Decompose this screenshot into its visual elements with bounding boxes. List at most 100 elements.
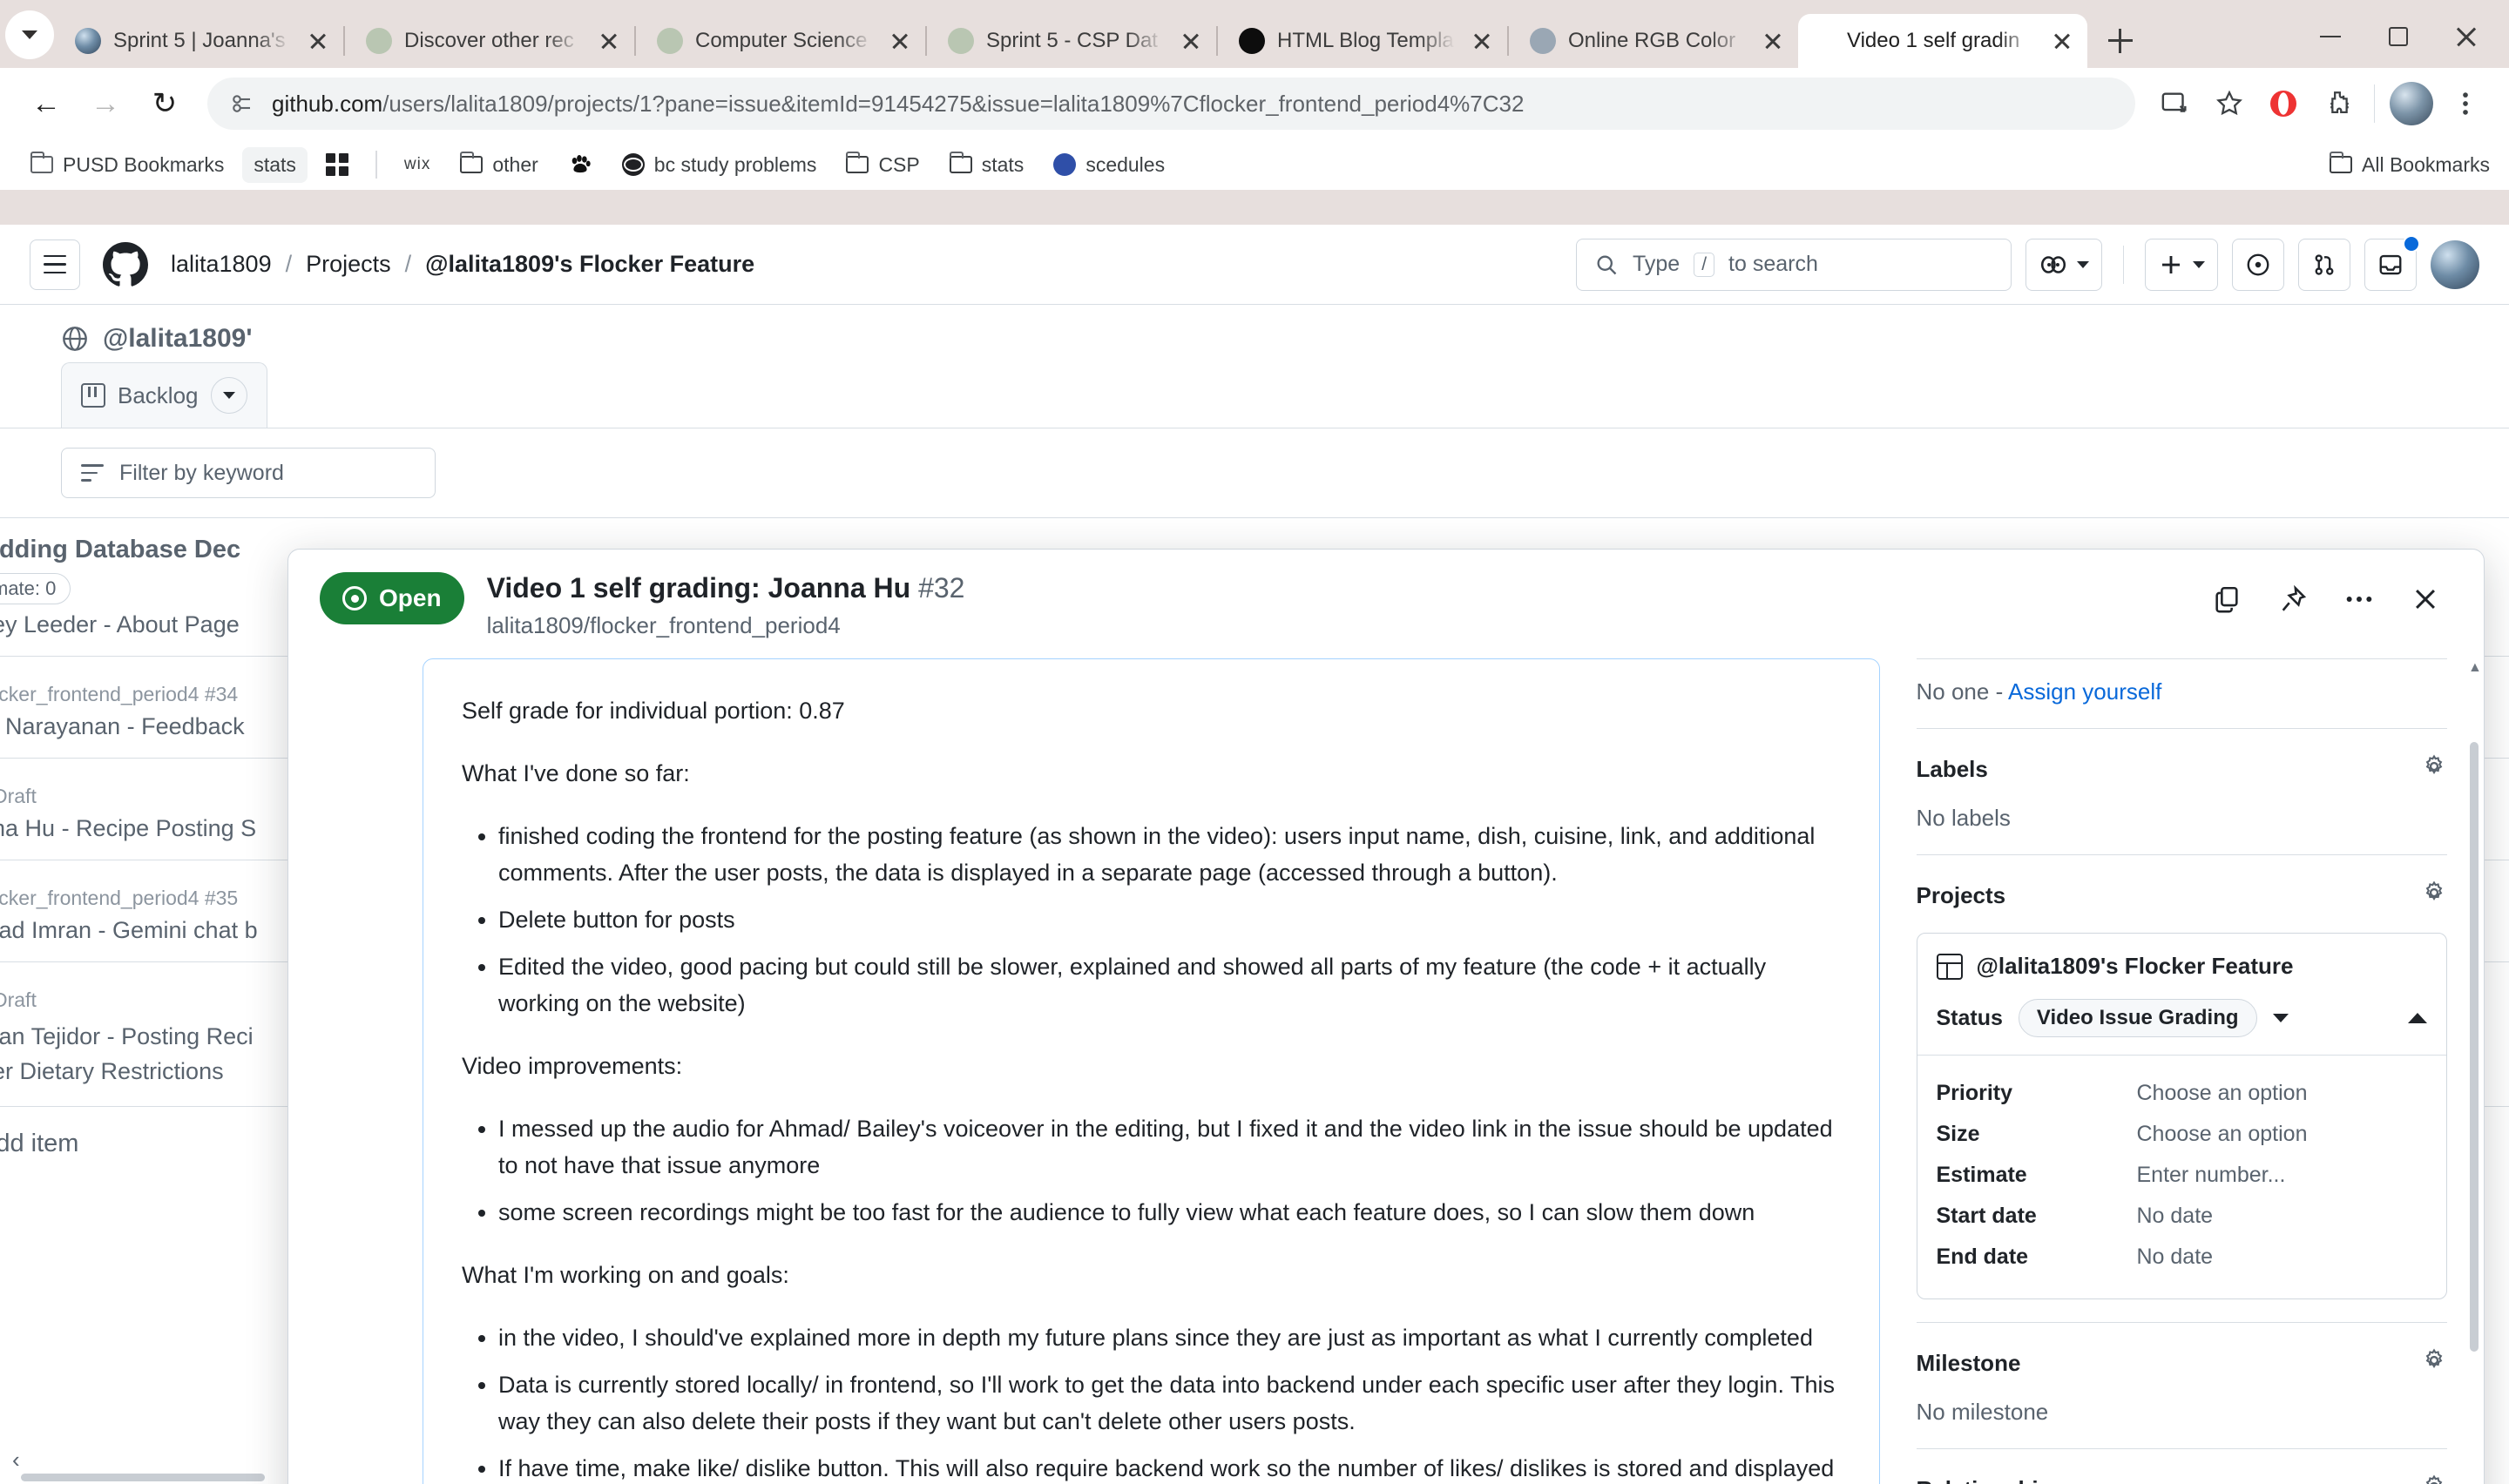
assignees-none-text: No one - xyxy=(1916,678,2009,705)
search-input[interactable]: Type / to search xyxy=(1576,238,2012,291)
sidebar-section-milestone: Milestone No milestone xyxy=(1916,1323,2447,1449)
opera-extension-icon[interactable] xyxy=(2259,79,2308,128)
bookmarks-bar: PUSD Bookmarks stats wix other bc study … xyxy=(0,139,2509,190)
tab-title: Discover other rec xyxy=(404,29,574,52)
minimize-button[interactable] xyxy=(2296,10,2364,63)
pull-requests-button[interactable] xyxy=(2298,238,2350,291)
more-options-button[interactable] xyxy=(2332,572,2386,626)
bookmark-star-icon[interactable] xyxy=(2205,79,2254,128)
bookmark-stats-folder[interactable]: stats xyxy=(938,147,1036,183)
projects-settings-button[interactable] xyxy=(2421,880,2447,912)
field-end-date[interactable]: End date No date xyxy=(1937,1237,2428,1278)
field-priority[interactable]: Priority Choose an option xyxy=(1937,1073,2428,1114)
collapse-chevron-up-icon[interactable] xyxy=(2408,1013,2427,1023)
reload-button[interactable]: ↻ xyxy=(138,77,192,131)
breadcrumb-owner[interactable]: lalita1809 xyxy=(171,251,272,278)
user-avatar[interactable] xyxy=(2431,239,2479,289)
self-grade-line: Self grade for individual portion: 0.87 xyxy=(462,698,845,724)
board-tab-menu-icon[interactable] xyxy=(210,377,247,414)
scrollbar-thumb[interactable] xyxy=(2470,742,2479,1352)
browser-tab[interactable]: Computer Science xyxy=(636,14,925,68)
all-bookmarks-button[interactable]: All Bookmarks xyxy=(2330,152,2490,177)
bookmark-pusd-bookmarks[interactable]: PUSD Bookmarks xyxy=(19,147,235,183)
tab-close-icon[interactable] xyxy=(594,26,624,56)
dialog-scrollbar[interactable]: ▲ ▼ xyxy=(2468,658,2482,1484)
bookmark-wix[interactable]: wix xyxy=(393,149,442,180)
bookmark-csp[interactable]: CSP xyxy=(835,147,930,183)
browser-profile-avatar[interactable] xyxy=(2387,79,2436,128)
browser-menu-icon[interactable] xyxy=(2441,79,2490,128)
browser-tab[interactable]: Sprint 5 | Joanna's xyxy=(54,14,343,68)
board-tab-backlog[interactable]: Backlog xyxy=(61,362,267,428)
install-app-icon[interactable] xyxy=(2151,79,2200,128)
tab-close-icon[interactable] xyxy=(2047,26,2077,56)
browser-tab[interactable]: Sprint 5 - CSP Dat xyxy=(927,14,1216,68)
header-divider xyxy=(2123,245,2124,284)
breadcrumb-project[interactable]: @lalita1809's Flocker Feature xyxy=(425,251,754,278)
url-host: github.com xyxy=(272,90,383,117)
status-field-value[interactable]: Video Issue Grading xyxy=(2018,999,2257,1037)
copilot-button[interactable] xyxy=(2025,238,2102,291)
tab-close-icon[interactable] xyxy=(1758,26,1788,56)
tab-close-icon[interactable] xyxy=(885,26,915,56)
create-new-button[interactable] xyxy=(2145,238,2218,291)
menu-button[interactable] xyxy=(30,239,80,290)
github-logo-icon[interactable] xyxy=(103,241,148,287)
milestone-settings-button[interactable] xyxy=(2421,1347,2447,1379)
issue-number: #32 xyxy=(918,572,965,604)
issues-button[interactable] xyxy=(2232,238,2284,291)
bookmark-paw[interactable] xyxy=(557,147,604,182)
sidebar-section-relationships: Relationships None yet xyxy=(1917,1449,2448,1484)
breadcrumb-section[interactable]: Projects xyxy=(306,251,391,278)
field-value: Enter number... xyxy=(2136,1163,2286,1187)
labels-settings-button[interactable] xyxy=(2421,753,2447,786)
browser-tab[interactable]: Online RGB Color xyxy=(1509,14,1798,68)
copy-link-button[interactable] xyxy=(2200,572,2254,626)
new-tab-button[interactable] xyxy=(2096,16,2145,64)
scrollbar-thumb[interactable] xyxy=(21,1474,265,1481)
bookmark-bc-study-problems[interactable]: bc study problems xyxy=(611,147,828,183)
board-scroll-left-icon[interactable]: ‹ xyxy=(12,1447,20,1474)
field-estimate[interactable]: Estimate Enter number... xyxy=(1937,1155,2428,1196)
close-dialog-button[interactable] xyxy=(2398,572,2452,626)
list-item: Data is currently stored locally/ in fro… xyxy=(498,1366,1841,1440)
improvements-list: I messed up the audio for Ahmad/ Bailey'… xyxy=(462,1110,1841,1231)
address-bar[interactable]: github.com/users/lalita1809/projects/1?p… xyxy=(207,78,2135,130)
maximize-button[interactable] xyxy=(2364,10,2432,63)
back-button[interactable]: ← xyxy=(19,77,73,131)
field-size[interactable]: Size Choose an option xyxy=(1937,1114,2428,1155)
bookmark-scedules[interactable]: scedules xyxy=(1042,147,1176,183)
notifications-button[interactable] xyxy=(2364,234,2420,291)
close-window-button[interactable] xyxy=(2432,10,2500,63)
tab-close-icon[interactable] xyxy=(303,26,333,56)
tab-search-button[interactable] xyxy=(5,10,54,59)
board-horizontal-scrollbar[interactable] xyxy=(0,1470,287,1484)
filter-input[interactable]: Filter by keyword xyxy=(61,448,436,498)
browser-tab-active[interactable]: Video 1 self gradin xyxy=(1798,14,2087,68)
tab-close-icon[interactable] xyxy=(1467,26,1497,56)
field-label: End date xyxy=(1936,1245,2029,1269)
forward-button[interactable]: → xyxy=(78,77,132,131)
issue-title-text: Video 1 self grading: Joanna Hu xyxy=(486,572,911,604)
project-card-name[interactable]: @lalita1809's Flocker Feature xyxy=(1936,953,2428,980)
kebab-horizontal-icon xyxy=(2346,597,2372,602)
pin-button[interactable] xyxy=(2266,572,2320,626)
relationships-settings-button[interactable] xyxy=(2421,1474,2447,1484)
field-label: Priority xyxy=(1936,1081,2013,1105)
bookmark-stats[interactable]: stats xyxy=(242,146,308,183)
bookmark-apps[interactable] xyxy=(314,147,360,182)
issue-dialog-actions xyxy=(2200,572,2452,626)
tab-close-icon[interactable] xyxy=(1176,26,1206,56)
chevron-down-icon[interactable] xyxy=(2272,1014,2289,1022)
gear-icon xyxy=(2425,1474,2443,1484)
browser-tab[interactable]: Discover other rec xyxy=(345,14,634,68)
bookmark-other[interactable]: other xyxy=(449,147,549,183)
tab-title: Sprint 5 | Joanna's xyxy=(113,29,286,52)
scroll-up-icon[interactable]: ▲ xyxy=(2468,660,2482,676)
browser-tab[interactable]: HTML Blog Templa xyxy=(1218,14,1507,68)
field-start-date[interactable]: Start date No date xyxy=(1937,1196,2428,1237)
chevron-down-icon xyxy=(22,30,37,39)
site-settings-icon[interactable] xyxy=(228,91,254,117)
assign-yourself-link[interactable]: Assign yourself xyxy=(2008,678,2161,705)
extensions-puzzle-icon[interactable] xyxy=(2313,79,2362,128)
